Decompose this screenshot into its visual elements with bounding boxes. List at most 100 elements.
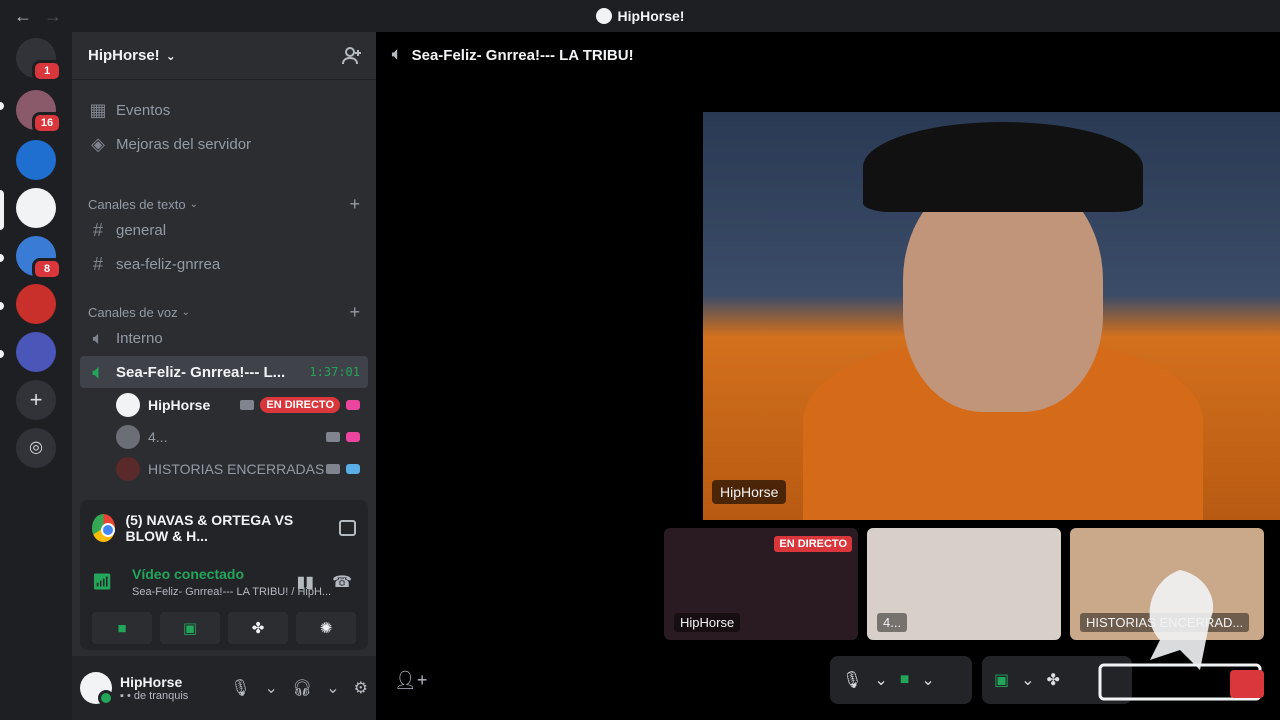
live-badge: EN DIRECTO xyxy=(774,536,852,552)
unread-pill xyxy=(0,254,4,262)
nav-arrows: ← → xyxy=(14,6,62,27)
server-boost-item[interactable]: ◈ Mejoras del servidor xyxy=(80,128,368,160)
activity-icon xyxy=(346,464,360,474)
headphones-icon[interactable]: 🎧︎ xyxy=(292,678,312,698)
category-label: Canales de texto xyxy=(88,197,186,212)
camera-icon[interactable]: ■ xyxy=(900,671,910,689)
speaker-name-tag: HipHorse xyxy=(712,480,787,504)
unread-pill xyxy=(0,350,4,358)
text-category[interactable]: Canales de texto ⌄ + xyxy=(88,194,360,215)
mention-badge: 1 xyxy=(32,60,62,82)
server-icon[interactable] xyxy=(16,284,56,324)
channel-general[interactable]: # general xyxy=(80,214,368,246)
stop-stream-icon[interactable] xyxy=(338,520,356,536)
voice-user[interactable]: HISTORIAS ENCERRADAS xyxy=(116,455,360,483)
signal-icon[interactable]: 📶︎ xyxy=(92,572,112,592)
add-channel-icon[interactable]: + xyxy=(349,302,360,323)
back-arrow-icon[interactable]: ← xyxy=(14,6,32,27)
channel-label: general xyxy=(116,221,167,239)
guild-header[interactable]: HipHorse! ⌄ xyxy=(72,32,376,80)
speaker-icon: 🔈︎ xyxy=(92,361,104,382)
channel-title: Sea-Feliz- Gnrrea!--- LA TRIBU! xyxy=(411,46,634,64)
add-user-icon[interactable] xyxy=(342,46,362,66)
user-name: HipHorse xyxy=(120,674,183,690)
microphone-icon[interactable]: 🎙︎ xyxy=(842,670,862,690)
thumbnail-label: HipHorse xyxy=(674,613,741,632)
voice-category[interactable]: Canales de voz ⌄ + xyxy=(88,302,360,323)
unread-pill xyxy=(0,102,4,110)
connection-status: 📶︎ Vídeo conectado Sea-Feliz- Gnrrea!---… xyxy=(92,564,356,604)
chevron-down-icon[interactable]: ⌄ xyxy=(921,670,934,690)
mention-badge: 8 xyxy=(32,258,62,280)
voice-channel-active[interactable]: 🔈︎ Sea-Feliz- Gnrrea!--- L... 1:37:01 xyxy=(80,356,368,388)
server-icon[interactable] xyxy=(16,140,56,180)
activity-icon xyxy=(346,400,360,410)
voice-controls: ■ ▣ ✤ ✺ xyxy=(92,612,356,644)
speaker-icon: 🔈︎ xyxy=(92,327,104,348)
gear-icon[interactable]: ⚙︎ xyxy=(354,678,368,698)
avatar xyxy=(116,393,140,417)
activities-icon[interactable]: ✤ xyxy=(1047,670,1060,690)
microphone-icon[interactable]: 🎙︎ xyxy=(230,678,250,698)
voice-channel-interno[interactable]: 🔈︎ Interno xyxy=(80,322,368,354)
voice-panel: (5) NAVAS & ORTEGA VS BLOW & H... 📶︎ Víd… xyxy=(80,500,368,650)
stream-thumbnail[interactable]: EN DIRECTO HipHorse xyxy=(664,528,858,640)
server-icon[interactable] xyxy=(16,332,56,372)
avatar[interactable] xyxy=(80,672,114,706)
user-name: HISTORIAS ENCERRADAS xyxy=(148,461,325,477)
channel-sea-feliz[interactable]: # sea-feliz-gnrrea xyxy=(80,248,368,280)
chevron-down-icon[interactable]: ⌄ xyxy=(326,678,339,698)
call-controls: 🎙︎ ⌄ ■ ⌄ xyxy=(830,656,972,704)
user-panel: HipHorse ▪︎ • de tranquis 🎙︎ ⌄ 🎧︎ ⌄ ⚙︎ xyxy=(72,656,376,720)
boosts-label: Mejoras del servidor xyxy=(116,135,252,153)
camera-button[interactable]: ■ xyxy=(92,612,152,644)
chrome-icon xyxy=(92,514,116,542)
status-icon: ▪︎ • xyxy=(120,690,131,702)
mention-badge: 16 xyxy=(32,112,62,134)
chevron-down-icon: ⌄ xyxy=(181,307,191,318)
server-icon[interactable]: 16 xyxy=(16,90,62,134)
chevron-down-icon: ⌄ xyxy=(189,199,198,210)
call-timer: 1:37:01 xyxy=(309,365,360,379)
channel-header: 🔈︎ Sea-Feliz- Gnrrea!--- LA TRIBU! xyxy=(392,46,634,64)
direct-messages-button[interactable]: 1 xyxy=(16,38,62,82)
video-thumbnail[interactable]: 4... xyxy=(867,528,1061,640)
server-rail: 1 16 8 + ◎ xyxy=(0,32,72,720)
screen-share-icon[interactable]: ▣ xyxy=(994,670,1009,690)
chevron-down-icon[interactable]: ⌄ xyxy=(1021,670,1034,690)
disconnect-icon[interactable]: ☎︎ xyxy=(332,572,352,592)
camera-icon xyxy=(326,432,340,442)
user-name: 4... xyxy=(148,429,168,445)
speaker-icon: 🔈︎ xyxy=(392,46,402,63)
user-name: HipHorse xyxy=(148,397,211,413)
add-channel-icon[interactable]: + xyxy=(349,194,360,215)
voice-user[interactable]: 4... xyxy=(116,423,360,451)
category-label: Canales de voz xyxy=(88,305,178,320)
main-video[interactable] xyxy=(703,112,1280,520)
events-item[interactable]: ▦ Eventos xyxy=(80,94,368,126)
add-server-button[interactable]: + xyxy=(16,380,56,420)
chevron-down-icon[interactable]: ⌄ xyxy=(265,678,278,698)
discover-icon[interactable]: ◎ xyxy=(16,428,56,468)
boost-icon: ◈ xyxy=(91,133,105,154)
screen-share-button[interactable]: ▣ xyxy=(160,612,220,644)
avatar xyxy=(116,425,140,449)
hash-icon: # xyxy=(92,219,103,240)
title-bar: ← → HipHorse! xyxy=(0,0,1280,32)
activities-button[interactable]: ✤ xyxy=(228,612,288,644)
server-icon[interactable] xyxy=(16,188,56,228)
add-people-icon[interactable]: 👤︎+ xyxy=(394,670,427,691)
events-label: Eventos xyxy=(116,101,171,119)
voice-user[interactable]: HipHorse EN DIRECTO xyxy=(116,391,360,419)
soundboard-button[interactable]: ✺ xyxy=(296,612,356,644)
horse-logo-icon xyxy=(595,8,612,24)
unread-pill xyxy=(0,302,4,310)
connection-status-label: Vídeo conectado xyxy=(132,566,245,582)
chevron-down-icon[interactable]: ⌄ xyxy=(874,670,887,690)
hash-icon: # xyxy=(92,253,103,274)
server-icon[interactable]: 8 xyxy=(16,236,62,280)
guild-name: HipHorse! xyxy=(88,47,160,64)
noise-suppression-icon[interactable]: ▮▮ xyxy=(296,572,314,592)
stream-title: (5) NAVAS & ORTEGA VS BLOW & H... xyxy=(125,512,294,544)
forward-arrow-icon[interactable]: → xyxy=(44,6,62,27)
